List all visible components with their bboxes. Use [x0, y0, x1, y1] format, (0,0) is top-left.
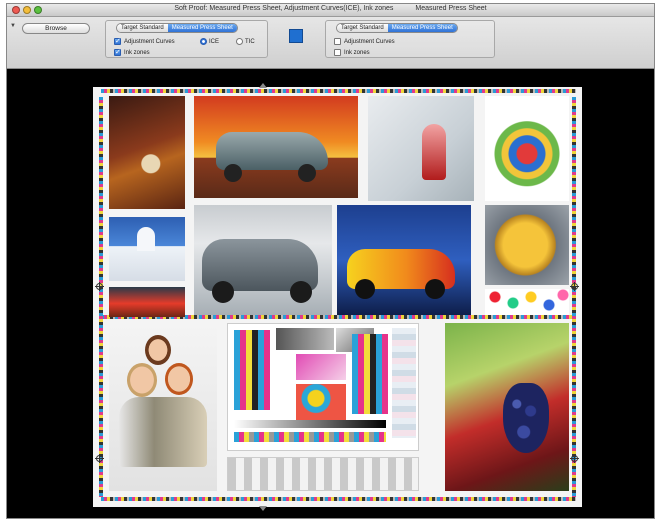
radio-tic[interactable]: TIC — [236, 38, 255, 45]
silver-sedan-image — [194, 205, 332, 315]
left-color-bar — [99, 97, 103, 497]
golden-globe-image — [485, 205, 569, 285]
press-sheet — [93, 83, 582, 511]
right-tab-target-standard[interactable]: Target Standard — [337, 24, 388, 32]
right-source-segmented-control[interactable]: Target Standard Measured Press Sheet — [336, 23, 458, 33]
proof-toolbar: ▼ Browse Target Standard Measured Press … — [7, 17, 654, 69]
grape-vine-image — [445, 323, 569, 491]
proof-canvas[interactable] — [7, 70, 654, 518]
left-tab-target-standard[interactable]: Target Standard — [117, 24, 168, 32]
radio-tic-label: TIC — [245, 38, 255, 45]
window-title-sub: Measured Press Sheet — [415, 5, 487, 12]
left-adjustment-curves-checkbox[interactable]: Adjustment Curves — [114, 37, 175, 45]
left-tab-measured-press-sheet[interactable]: Measured Press Sheet — [167, 24, 237, 32]
right-color-bar — [572, 97, 576, 497]
crayons-image — [485, 96, 569, 201]
classic-car-image — [194, 96, 358, 198]
left-source-segmented-control[interactable]: Target Standard Measured Press Sheet — [116, 23, 238, 33]
flame-hot-rod-image — [337, 205, 471, 315]
gripper-notch-icon — [259, 83, 267, 88]
gripper-notch-icon — [259, 506, 267, 511]
right-proof-options: Target Standard Measured Press Sheet Adj… — [325, 20, 495, 58]
registration-mark-icon — [570, 282, 579, 291]
registration-mark-icon — [95, 282, 104, 291]
right-adjustment-curves-label: Adjustment Curves — [344, 38, 395, 45]
radio-unselected-icon — [236, 38, 243, 45]
red-boat-image — [109, 287, 185, 317]
family-portrait-image — [109, 323, 217, 491]
registration-mark-icon — [570, 454, 579, 463]
checkbox-checked-icon — [114, 48, 121, 56]
checkbox-checked-icon — [114, 37, 121, 45]
church-dome-image — [109, 217, 185, 281]
soft-proof-window: Soft Proof: Measured Press Sheet, Adjust… — [6, 3, 655, 519]
top-color-bar — [101, 89, 576, 93]
left-proof-options: Target Standard Measured Press Sheet Adj… — [105, 20, 268, 58]
registration-mark-icon — [95, 454, 104, 463]
car-tail-fin-image — [368, 96, 474, 201]
browse-button[interactable]: Browse — [22, 23, 90, 34]
candy-balls-image — [485, 289, 569, 315]
radio-ice-label: ICE — [209, 38, 220, 45]
proof-color-swatch[interactable] — [289, 29, 303, 43]
left-ink-zones-label: Ink zones — [124, 49, 150, 56]
right-adjustment-curves-checkbox[interactable]: Adjustment Curves — [334, 38, 395, 45]
checkbox-unchecked-icon — [334, 49, 341, 56]
right-ink-zones-label: Ink zones — [344, 49, 370, 56]
left-ink-zones-checkbox[interactable]: Ink zones — [114, 48, 150, 56]
title-bar: Soft Proof: Measured Press Sheet, Adjust… — [7, 4, 654, 17]
checkbox-unchecked-icon — [334, 38, 341, 45]
window-title-main: Soft Proof: Measured Press Sheet, Adjust… — [174, 5, 394, 12]
left-adjustment-curves-label: Adjustment Curves — [124, 38, 175, 45]
color-control-target — [227, 323, 419, 451]
radio-ice[interactable]: ICE — [200, 38, 219, 45]
radio-selected-icon — [200, 38, 207, 45]
right-ink-zones-checkbox[interactable]: Ink zones — [334, 49, 370, 56]
bottom-color-bar — [101, 497, 576, 501]
gray-balance-patches — [227, 457, 419, 491]
clock-on-table-image — [109, 96, 185, 209]
window-title: Soft Proof: Measured Press Sheet, Adjust… — [7, 5, 654, 12]
right-tab-measured-press-sheet[interactable]: Measured Press Sheet — [387, 24, 457, 32]
disclosure-triangle-icon[interactable]: ▼ — [10, 23, 16, 29]
